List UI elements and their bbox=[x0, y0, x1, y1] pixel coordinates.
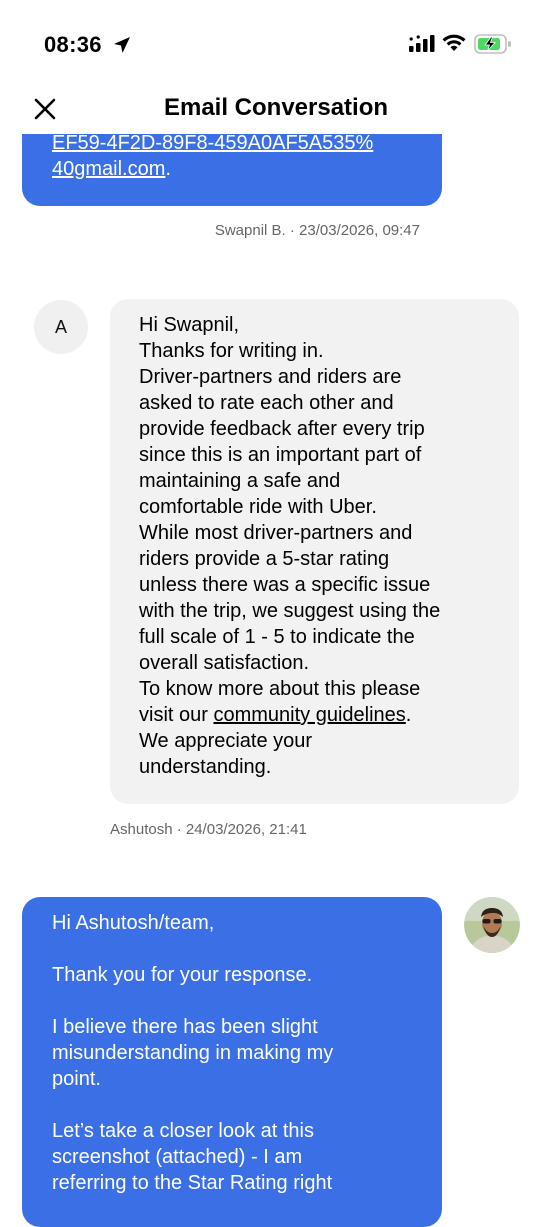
message-meta: Ashutosh · 24/03/2026, 21:41 bbox=[110, 821, 307, 838]
wifi-icon bbox=[442, 34, 466, 51]
battery-charging-icon bbox=[474, 34, 511, 54]
agent-avatar-letter: A bbox=[54, 316, 67, 337]
message-text: Hi Ashutosh/team, Thank you for your res… bbox=[52, 912, 334, 1194]
status-bar: 08:36 bbox=[0, 0, 552, 90]
location-arrow-icon bbox=[114, 37, 130, 53]
community-guidelines-link[interactable]: community guidelines bbox=[213, 704, 405, 726]
agent-avatar: A bbox=[34, 300, 88, 354]
email-link-line2[interactable]: 40gmail.com bbox=[52, 158, 165, 180]
message-trail-text: . bbox=[165, 158, 171, 180]
message-text: Hi Swapnil, Thanks for writing in. Drive… bbox=[139, 314, 441, 726]
page-title: Email Conversation bbox=[163, 94, 389, 121]
message-meta: Swapnil B. · 23/03/2026, 09:47 bbox=[214, 222, 420, 239]
email-link-line1[interactable]: EF59-4F2D-89F8-459A0AF5A535% bbox=[52, 134, 373, 154]
message-bubble-incoming: Hi Swapnil, Thanks for writing in. Drive… bbox=[110, 299, 519, 804]
cellular-signal-icon bbox=[409, 35, 435, 52]
message-bubble-outgoing: Hi Ashutosh/team, Thank you for your res… bbox=[22, 897, 442, 1227]
status-time: 08:36 bbox=[44, 32, 102, 57]
message-bubble-outgoing: EF59-4F2D-89F8-459A0AF5A535% 40gmail.com… bbox=[22, 134, 442, 206]
user-avatar bbox=[464, 897, 520, 953]
